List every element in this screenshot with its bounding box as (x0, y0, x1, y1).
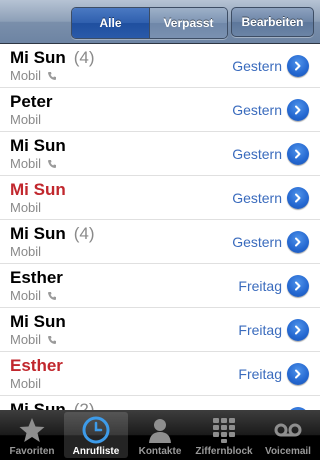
tab-recents[interactable]: Anrufliste (64, 412, 128, 458)
star-icon (17, 416, 47, 444)
call-row[interactable]: Mi Sun (4) Mobil Gestern (0, 44, 320, 88)
recents-list[interactable]: Mi Sun (4) Mobil Gestern Peter Mobil Gest… (0, 44, 320, 410)
segment-missed[interactable]: Verpasst (149, 8, 227, 38)
chevron-right-icon (295, 61, 301, 71)
phone-icon (48, 335, 57, 344)
call-row[interactable]: Peter Mobil Gestern (0, 88, 320, 132)
call-count: (4) (73, 224, 95, 243)
phone-icon (48, 159, 57, 168)
call-row[interactable]: Esther Mobil Freitag (0, 352, 320, 396)
contact-name: Mi Sun (4) (10, 224, 95, 243)
chevron-right-icon (295, 325, 301, 335)
voicemail-icon (273, 416, 303, 444)
detail-disclosure-button[interactable] (287, 319, 309, 341)
call-filter-segmented-control: Alle Verpasst (71, 7, 228, 39)
call-count: (4) (73, 48, 95, 67)
chevron-right-icon (295, 149, 301, 159)
detail-disclosure-button[interactable] (287, 363, 309, 385)
tab-contacts[interactable]: Kontakte (128, 410, 192, 460)
call-type: Mobil (10, 288, 42, 303)
call-row[interactable]: Mi Sun Mobil Freitag (0, 308, 320, 352)
clock-icon (81, 416, 111, 444)
contact-name: Mi Sun (4) (10, 48, 95, 67)
call-time: Freitag (238, 366, 282, 382)
call-time: Gestern (232, 102, 282, 118)
call-type: Mobil (10, 376, 42, 391)
tab-label: Favoriten (9, 446, 55, 457)
call-type: Mobil (10, 200, 42, 215)
detail-disclosure-button[interactable] (287, 275, 309, 297)
tab-keypad[interactable]: Ziffernblock (192, 410, 256, 460)
call-time: Freitag (238, 278, 282, 294)
detail-disclosure-button[interactable] (287, 143, 309, 165)
call-type: Mobil (10, 68, 42, 83)
contact-name: Mi Sun (10, 312, 66, 331)
person-icon (145, 416, 175, 444)
detail-disclosure-button[interactable] (287, 55, 309, 77)
tab-label: Anrufliste (72, 446, 120, 457)
call-time: Gestern (232, 234, 282, 250)
contact-name-missed: Mi Sun (10, 180, 66, 199)
tab-favorites[interactable]: Favoriten (0, 410, 64, 460)
navigation-bar: Alle Verpasst Bearbeiten (0, 0, 320, 44)
call-type: Mobil (10, 244, 42, 259)
phone-icon (48, 71, 57, 80)
contact-name: Esther (10, 268, 63, 287)
call-time: Freitag (238, 322, 282, 338)
chevron-right-icon (295, 193, 301, 203)
call-time: Gestern (232, 190, 282, 206)
contact-name-missed: Esther (10, 356, 63, 375)
phone-icon (48, 291, 57, 300)
call-type: Mobil (10, 112, 42, 127)
detail-disclosure-button[interactable] (287, 187, 309, 209)
call-count: (2) (73, 400, 95, 410)
call-row[interactable]: Mi Sun (2) (0, 396, 320, 410)
call-type: Mobil (10, 332, 42, 347)
detail-disclosure-button[interactable] (287, 231, 309, 253)
tab-label: Kontakte (138, 446, 182, 457)
call-row[interactable]: Mi Sun Mobil Gestern (0, 176, 320, 220)
chevron-right-icon (295, 369, 301, 379)
call-row[interactable]: Mi Sun (4) Mobil Gestern (0, 220, 320, 264)
contact-name: Mi Sun (10, 136, 66, 155)
chevron-right-icon (295, 105, 301, 115)
call-time: Gestern (232, 58, 282, 74)
chevron-right-icon (295, 237, 301, 247)
chevron-right-icon (295, 281, 301, 291)
contact-name: Mi Sun (2) (10, 400, 95, 410)
call-time: Gestern (232, 146, 282, 162)
detail-disclosure-button[interactable] (287, 99, 309, 121)
keypad-icon (209, 416, 239, 444)
call-row[interactable]: Esther Mobil Freitag (0, 264, 320, 308)
tab-label: Voicemail (265, 446, 311, 457)
contact-name: Peter (10, 92, 53, 111)
tab-label: Ziffernblock (195, 446, 253, 457)
tab-voicemail[interactable]: Voicemail (256, 410, 320, 460)
call-type: Mobil (10, 156, 42, 171)
tab-bar: Favoriten Anrufliste Kontakte Ziffernblo… (0, 410, 320, 460)
call-row[interactable]: Mi Sun Mobil Gestern (0, 132, 320, 176)
segment-all[interactable]: Alle (72, 8, 149, 38)
edit-button[interactable]: Bearbeiten (231, 7, 314, 37)
